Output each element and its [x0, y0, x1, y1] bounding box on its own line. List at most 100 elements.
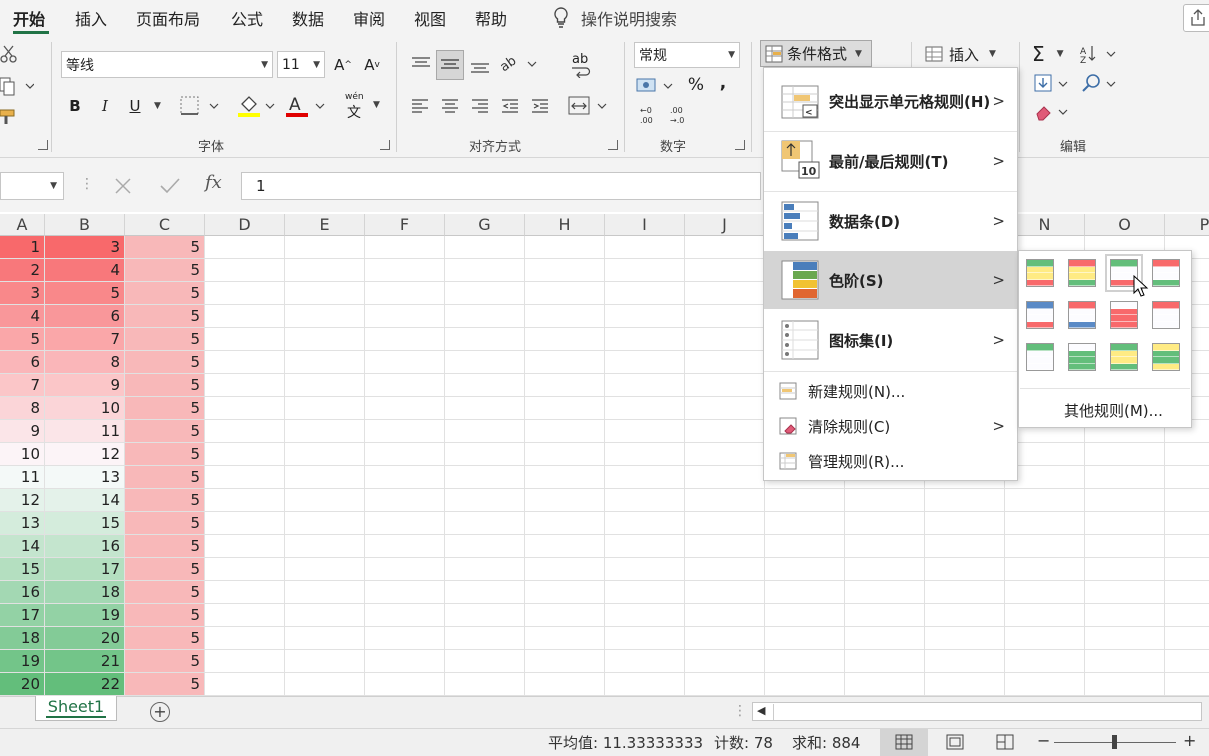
grid-cell[interactable] [685, 535, 765, 558]
column-header[interactable]: D [205, 214, 285, 236]
grid-cell[interactable] [525, 558, 605, 581]
grid-cell[interactable] [1085, 489, 1165, 512]
grid-cell[interactable] [605, 351, 685, 374]
grid-cell[interactable] [605, 489, 685, 512]
grid-cell[interactable] [1085, 650, 1165, 673]
grid-cell[interactable] [685, 374, 765, 397]
grid-cell[interactable] [605, 558, 685, 581]
grid-cell[interactable]: 5 [125, 328, 205, 351]
grid-cell[interactable] [1085, 604, 1165, 627]
grid-cell[interactable] [925, 673, 1005, 696]
accounting-format-icon[interactable] [636, 76, 676, 96]
grid-cell[interactable] [525, 305, 605, 328]
grid-cell[interactable] [445, 443, 525, 466]
grid-cell[interactable] [685, 489, 765, 512]
add-sheet-button[interactable]: + [150, 702, 170, 722]
grid-cell[interactable] [285, 397, 365, 420]
grid-cell[interactable]: 3 [0, 282, 45, 305]
grid-cell[interactable] [765, 673, 845, 696]
grid-cell[interactable] [525, 236, 605, 259]
grid-cell[interactable] [685, 466, 765, 489]
grid-cell[interactable] [685, 558, 765, 581]
grid-cell[interactable]: 5 [125, 282, 205, 305]
grid-cell[interactable]: 5 [125, 512, 205, 535]
grid-cell[interactable] [365, 604, 445, 627]
grid-cell[interactable] [285, 305, 365, 328]
alignment-dialog-launcher[interactable] [608, 140, 618, 150]
grid-cell[interactable] [365, 535, 445, 558]
find-select-icon[interactable] [1082, 74, 1120, 94]
grid-cell[interactable]: 5 [125, 305, 205, 328]
grid-cell[interactable] [365, 259, 445, 282]
grid-cell[interactable] [205, 420, 285, 443]
grid-cell[interactable] [525, 489, 605, 512]
grid-cell[interactable] [605, 604, 685, 627]
grid-cell[interactable]: 5 [125, 673, 205, 696]
grid-cell[interactable]: 4 [45, 259, 125, 282]
grid-cell[interactable] [845, 512, 925, 535]
grid-cell[interactable] [525, 282, 605, 305]
column-header[interactable]: F [365, 214, 445, 236]
grid-cell[interactable] [765, 627, 845, 650]
grid-cell[interactable] [605, 420, 685, 443]
zoom-out-button[interactable]: − [1037, 731, 1050, 750]
grid-cell[interactable] [685, 627, 765, 650]
grid-cell[interactable]: 10 [0, 443, 45, 466]
grid-cell[interactable]: 19 [45, 604, 125, 627]
sheet-tab-sheet1[interactable]: Sheet1 [35, 696, 117, 721]
grid-cell[interactable] [765, 604, 845, 627]
copy-icon[interactable] [0, 76, 34, 96]
grid-cell[interactable] [1165, 489, 1209, 512]
grid-cell[interactable] [1005, 673, 1085, 696]
grid-cell[interactable] [525, 351, 605, 374]
menu-item-manage-rules[interactable]: 管理规则(R)... [764, 444, 1017, 478]
name-box[interactable]: ▼ [0, 172, 64, 200]
color-scale-swatch[interactable] [1026, 343, 1054, 371]
column-header[interactable]: O [1085, 214, 1165, 236]
grid-cell[interactable] [205, 259, 285, 282]
grid-cell[interactable] [205, 305, 285, 328]
grid-cell[interactable] [605, 581, 685, 604]
grid-cell[interactable] [1005, 489, 1085, 512]
grid-cell[interactable] [605, 650, 685, 673]
grid-cell[interactable] [925, 604, 1005, 627]
grid-cell[interactable] [285, 466, 365, 489]
grid-cell[interactable] [285, 420, 365, 443]
grid-cell[interactable] [925, 512, 1005, 535]
grid-cell[interactable]: 13 [45, 466, 125, 489]
fill-color-icon[interactable] [238, 94, 278, 118]
grid-cell[interactable]: 18 [0, 627, 45, 650]
grid-cell[interactable] [1165, 535, 1209, 558]
grid-cell[interactable] [1165, 604, 1209, 627]
grid-cell[interactable]: 15 [45, 512, 125, 535]
grid-cell[interactable] [845, 627, 925, 650]
grid-cell[interactable]: 12 [45, 443, 125, 466]
grid-cell[interactable]: 5 [125, 397, 205, 420]
grid-cell[interactable] [605, 397, 685, 420]
grid-cell[interactable] [445, 466, 525, 489]
formula-input[interactable]: 1 [241, 172, 761, 200]
grid-cell[interactable] [1085, 535, 1165, 558]
grid-cell[interactable] [605, 374, 685, 397]
grid-cell[interactable] [205, 351, 285, 374]
grid-cell[interactable] [1085, 443, 1165, 466]
grid-cell[interactable] [525, 420, 605, 443]
phonetic-button[interactable]: wén 文 ▼ [343, 92, 383, 121]
grid-cell[interactable]: 5 [0, 328, 45, 351]
grid-cell[interactable]: 5 [125, 374, 205, 397]
grid-cell[interactable] [925, 535, 1005, 558]
grid-cell[interactable]: 5 [125, 558, 205, 581]
grid-cell[interactable] [205, 512, 285, 535]
grid-cell[interactable]: 2 [0, 259, 45, 282]
menu-item-data-bars[interactable]: 数据条(D) > [764, 192, 1017, 250]
grid-cell[interactable] [365, 443, 445, 466]
enter-check-icon[interactable] [160, 178, 180, 194]
grid-cell[interactable] [365, 328, 445, 351]
grid-cell[interactable] [925, 627, 1005, 650]
grid-cell[interactable] [445, 673, 525, 696]
grid-cell[interactable]: 5 [125, 259, 205, 282]
grid-cell[interactable] [365, 558, 445, 581]
menu-item-new-rule[interactable]: 新建规则(N)... [764, 374, 1017, 408]
grid-cell[interactable] [765, 650, 845, 673]
zoom-slider-thumb[interactable] [1112, 735, 1117, 749]
